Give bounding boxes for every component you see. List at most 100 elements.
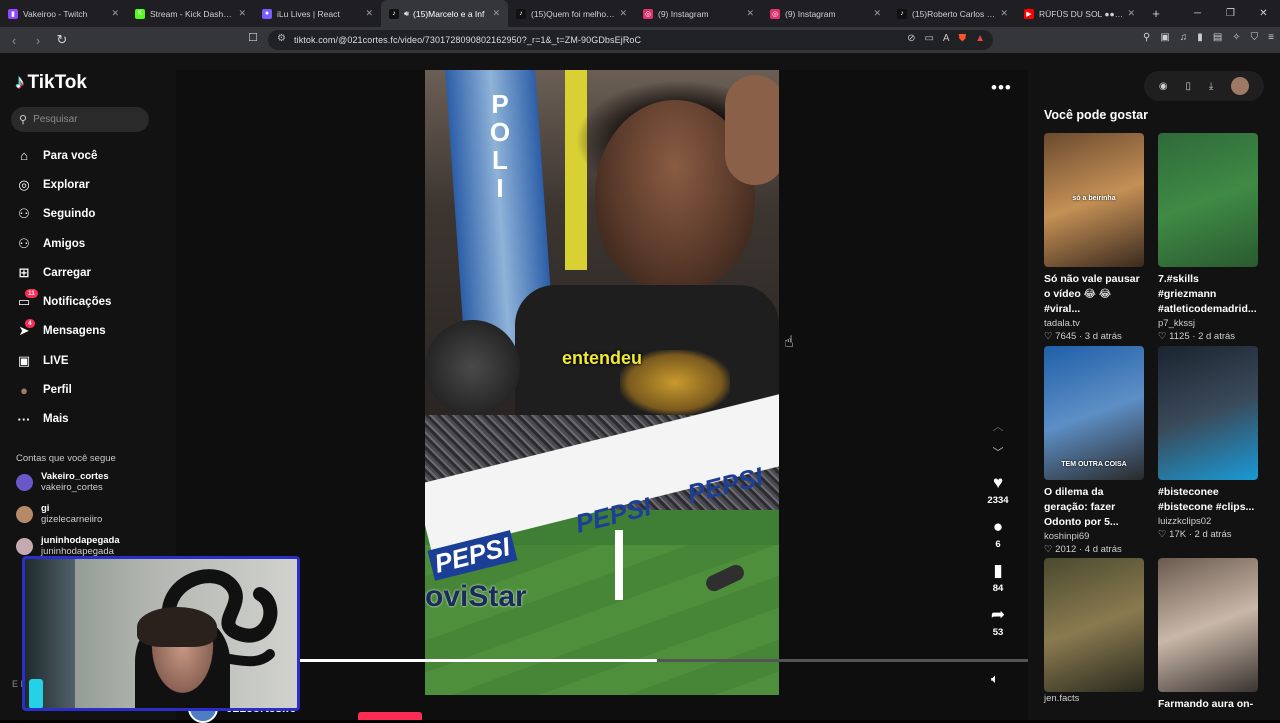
nav-item[interactable]: ➤ 4 Mensagens [15,317,111,346]
nav-item[interactable]: ● Perfil [15,375,111,404]
account-avatar [16,538,33,555]
video-frame[interactable]: POLI entendeu PEPSI PEPSI PEPSI oviStar [425,70,779,695]
tab-close-icon[interactable]: ✕ [619,8,627,19]
nav-item[interactable]: ▣ LIVE [15,346,111,375]
browser-tab[interactable]: ♪ 🔊︎ (15)Marcelo e a Inf ✕ [381,0,508,27]
card-likes: 1125 [1169,331,1190,342]
browser-tab[interactable]: ▶ RÜFÜS DU SOL ●● You W ✕ [1016,0,1143,27]
card-username: p7_kkssj [1158,318,1195,329]
vpn-icon[interactable]: ⛉ [1251,32,1259,43]
nav-item[interactable]: ⌂ Para você [15,141,111,170]
suggested-video-card[interactable]: TEM OUTRA COISA O dilema da geração: faze… [1044,346,1144,555]
browser-tab[interactable]: ◎ (9) Instagram ✕ [762,0,889,27]
tab-close-icon[interactable]: ✕ [492,8,500,19]
scarf-text: POLI [489,89,511,203]
share-count: 53 [992,627,1004,638]
suggested-video-card[interactable]: Farmando aura on- [1158,558,1258,712]
tab-close-icon[interactable]: ✕ [746,8,754,19]
browser-tab[interactable]: ● iLu Lives | React ✕ [254,0,381,27]
volume-icon[interactable]: 🔈︎ [991,671,999,687]
tab-close-icon[interactable]: ✕ [365,8,373,19]
nav-label: Perfil [43,384,72,397]
extensions-icon[interactable]: ⚲ [1143,32,1150,43]
video-thumbnail[interactable] [1158,133,1258,267]
nav-item[interactable]: ⚇ Seguindo [15,200,111,229]
following-account[interactable]: gi gizelecarneiiro [16,503,102,525]
video-thumbnail[interactable] [1158,558,1258,692]
share-button[interactable]: ➦ 53 [980,605,1016,638]
eye-off-icon[interactable]: ⊘ [907,33,915,44]
nav-item[interactable]: ▭ 11 Notificações [15,287,111,316]
restore-icon[interactable]: ❐ [1214,0,1247,27]
browser-tab[interactable]: ♪ (15)Roberto Carlos fala so ✕ [889,0,1016,27]
comment-icon: ● [992,517,1004,536]
following-account[interactable]: Vakeiro_cortes vakeiro_cortes [16,471,109,493]
tab-close-icon[interactable]: ✕ [111,8,119,19]
video-thumbnail[interactable] [1158,346,1258,480]
coin-icon[interactable]: ◉ [1159,81,1168,92]
minimize-icon[interactable]: ─ [1181,0,1214,27]
tab-favicon-icon: ◎ [770,8,780,19]
brave-shield-icon[interactable]: ⛊ [959,33,967,44]
like-button[interactable]: ♥ 2334 [980,473,1016,506]
sidebar-toggle-icon[interactable]: ▮ [1197,32,1203,43]
screenshot-icon[interactable]: ▣ [1160,32,1169,43]
following-account[interactable]: juninhodapegada juninhodapegada [16,535,120,557]
device-icon[interactable]: ▯ [1185,81,1191,92]
previous-video-icon[interactable]: ︿ [988,418,1008,434]
card-age: 4 d atrás [1084,544,1122,555]
save-button[interactable]: ▮ 84 [980,561,1016,594]
nav-item[interactable]: ··· Mais [15,405,111,434]
video-progress-bar[interactable] [300,659,1028,662]
new-tab-icon[interactable]: + [1147,6,1165,21]
browser-tab[interactable]: K Stream - Kick Dashboard ✕ [127,0,254,27]
suggested-video-card[interactable]: #bisteconee #bistecone #clips... luizzkcl… [1158,346,1258,540]
rewards-icon[interactable]: ▲ [975,33,985,44]
menu-icon[interactable]: ≡ [1268,32,1274,43]
cast-icon[interactable]: ▭ [924,33,933,44]
more-options-icon[interactable]: ••• [991,78,1012,98]
live-icon: ▣ [17,352,31,368]
video-progress-fill [300,659,657,662]
browser-tab[interactable]: ▮ Vakeiroo - Twitch ✕ [0,0,127,27]
webcam-overlay [22,556,300,711]
back-icon[interactable]: ‹ [4,33,24,48]
nav-item[interactable]: ⊞ Carregar [15,258,111,287]
follow-button[interactable] [358,712,422,720]
reload-icon[interactable]: ↻ [52,32,72,48]
nav-item[interactable]: ⚇ Amigos [15,229,111,258]
download-icon[interactable]: ⤓ [1209,81,1213,92]
video-thumbnail[interactable]: TEM OUTRA COISA [1044,346,1144,480]
user-avatar[interactable] [1231,77,1250,95]
suggested-video-card[interactable]: 7.#skills #griezmann #atleticodemadrid..… [1158,133,1258,342]
speaker-icon[interactable]: 🔊︎ [404,9,409,19]
browser-tab[interactable]: ◎ (9) Instagram ✕ [635,0,762,27]
card-likes: 7645 [1055,331,1077,342]
site-info-icon[interactable]: ⚙ [277,33,286,44]
bookmark-icon[interactable]: ☐ [248,31,258,44]
wallet-icon[interactable]: ▤ [1213,32,1222,43]
comment-button[interactable]: ● 6 [980,517,1016,550]
nav-item[interactable]: ◎ Explorar [15,170,111,199]
url-field[interactable]: ⚙ tiktok.com/@021cortes.fc/video/7301728… [268,30,993,50]
browser-tab[interactable]: ♪ (15)Quem foi melhor na se ✕ [508,0,635,27]
forward-icon[interactable]: › [28,33,48,48]
tab-close-icon[interactable]: ✕ [873,8,881,19]
window-controls: ─ ❐ ✕ [1181,0,1280,27]
tab-close-icon[interactable]: ✕ [1127,8,1135,19]
ai-icon[interactable]: ✧ [1232,32,1240,43]
suggested-video-card[interactable]: jen.facts [1044,558,1144,704]
video-thumbnail[interactable] [1044,558,1144,692]
next-video-icon[interactable]: ﹀ [988,444,1008,460]
suggested-video-card[interactable]: só a beirinha Só não vale pausar o vídeo … [1044,133,1144,342]
close-window-icon[interactable]: ✕ [1247,0,1280,27]
tab-title: (9) Instagram [658,8,709,19]
tiktok-logo[interactable]: ♪ TikTok [15,72,87,94]
search-input[interactable]: ⚲ Pesquisar [11,107,149,132]
tab-close-icon[interactable]: ✕ [1000,8,1008,19]
translate-icon[interactable]: A [943,33,950,44]
music-icon[interactable]: ♫ [1180,32,1188,43]
tab-favicon-icon: K [135,8,145,19]
tab-close-icon[interactable]: ✕ [238,8,246,19]
video-thumbnail[interactable]: só a beirinha [1044,133,1144,267]
